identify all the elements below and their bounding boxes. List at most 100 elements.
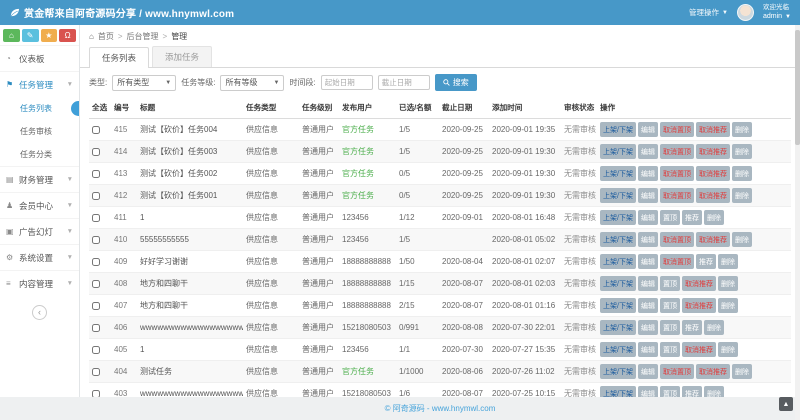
edit-button[interactable]: 编辑 [637,386,658,397]
level-select[interactable]: 所有等级 ▼ [220,74,285,91]
toggle-status-button[interactable]: 上架/下架 [600,122,636,137]
edit-button[interactable]: 编辑 [637,144,658,159]
toggle-status-button[interactable]: 上架/下架 [600,188,636,203]
edit-button[interactable]: 编辑 [637,122,658,137]
row-checkbox[interactable] [92,301,100,310]
row-checkbox[interactable] [92,147,100,156]
sidebar-item-task-category[interactable]: 任务分类 [0,143,79,166]
sidebar-item-system[interactable]: ⚙ 系统设置 ▼ [0,244,79,270]
row-checkbox[interactable] [92,389,100,397]
breadcrumb-backend[interactable]: 后台管理 [127,31,159,42]
row-checkbox[interactable] [92,323,100,332]
delete-button[interactable]: 删除 [717,298,738,313]
sidebar-item-dashboard[interactable]: ◔ 仪表板 [0,45,79,71]
recommend-button[interactable]: 取消推荐 [695,188,730,203]
user-menu[interactable]: 欢迎光临 admin ▼ [763,4,791,22]
pin-button[interactable]: 取消置顶 [659,166,694,181]
sidebar-collapse-button[interactable]: ‹ [32,305,47,320]
pin-button[interactable]: 取消置顶 [659,144,694,159]
scrollbar-thumb[interactable] [795,30,800,145]
sidebar-item-content[interactable]: ≡ 内容管理 ▼ [0,270,79,296]
row-checkbox[interactable] [92,257,100,266]
pencil-button[interactable]: ✎ [21,29,39,42]
edit-button[interactable]: 编辑 [637,298,658,313]
delete-button[interactable]: 删除 [731,144,752,159]
row-checkbox[interactable] [92,279,100,288]
delete-button[interactable]: 删除 [703,210,724,225]
sidebar-item-tasks[interactable]: ⚑ 任务管理 ▼ [0,71,79,97]
recommend-button[interactable]: 取消推荐 [681,298,716,313]
search-button[interactable]: 搜索 [434,74,477,91]
pin-button[interactable]: 置顶 [659,276,680,291]
row-checkbox[interactable] [92,213,100,222]
row-checkbox[interactable] [92,125,100,134]
home-button[interactable]: ⌂ [3,29,20,42]
recommend-button[interactable]: 取消推荐 [681,342,716,357]
toggle-status-button[interactable]: 上架/下架 [600,342,636,357]
delete-button[interactable]: 删除 [703,320,724,335]
toggle-status-button[interactable]: 上架/下架 [600,166,636,181]
edit-button[interactable]: 编辑 [637,210,658,225]
scrollbar-track[interactable] [795,25,800,420]
edit-button[interactable]: 编辑 [637,166,658,181]
pin-button[interactable]: 置顶 [659,210,680,225]
pin-button[interactable]: 取消置顶 [659,232,694,247]
avatar[interactable] [736,4,754,21]
toggle-status-button[interactable]: 上架/下架 [600,276,636,291]
star-button[interactable]: ★ [40,29,58,42]
admin-actions-menu[interactable]: 管理操作 ▼ [689,7,728,18]
recommend-button[interactable]: 取消推荐 [695,144,730,159]
pin-button[interactable]: 置顶 [659,386,680,397]
back-to-top-button[interactable]: ▲ [779,397,793,411]
pin-button[interactable]: 取消置顶 [659,364,694,379]
sidebar-item-finance[interactable]: ▤ 财务管理 ▼ [0,166,79,192]
sidebar-item-task-list[interactable]: 任务列表 [0,97,79,120]
toggle-status-button[interactable]: 上架/下架 [600,386,636,397]
toggle-status-button[interactable]: 上架/下架 [600,320,636,335]
row-checkbox[interactable] [92,345,100,354]
toggle-status-button[interactable]: 上架/下架 [600,232,636,247]
recommend-button[interactable]: 取消推荐 [695,232,730,247]
pin-button[interactable]: 置顶 [659,320,680,335]
recommend-button[interactable]: 取消推荐 [695,122,730,137]
edit-button[interactable]: 编辑 [637,342,658,357]
recommend-button[interactable]: 取消推荐 [681,276,716,291]
row-checkbox[interactable] [92,169,100,178]
row-checkbox[interactable] [92,191,100,200]
sidebar-item-task-audit[interactable]: 任务审核 [0,120,79,143]
recommend-button[interactable]: 推荐 [695,254,716,269]
tab-task-list[interactable]: 任务列表 [89,47,150,68]
start-date-input[interactable] [320,75,373,90]
delete-button[interactable]: 删除 [717,342,738,357]
toggle-status-button[interactable]: 上架/下架 [600,144,636,159]
footer-link[interactable]: © 阿奇源码 - www.hnymwl.com [385,404,496,413]
edit-button[interactable]: 编辑 [637,232,658,247]
tab-add-task[interactable]: 添加任务 [152,46,213,67]
pin-button[interactable]: 取消置顶 [659,122,694,137]
delete-button[interactable]: 删除 [731,166,752,181]
bell-button[interactable]: Ω [59,29,76,42]
recommend-button[interactable]: 推荐 [681,320,702,335]
delete-button[interactable]: 删除 [731,122,752,137]
pin-button[interactable]: 取消置顶 [659,188,694,203]
edit-button[interactable]: 编辑 [637,188,658,203]
delete-button[interactable]: 删除 [717,276,738,291]
sidebar-item-members[interactable]: ♟ 会员中心 ▼ [0,192,79,218]
edit-button[interactable]: 编辑 [637,254,658,269]
sidebar-item-ads[interactable]: ▣ 广告幻灯 ▼ [0,218,79,244]
row-checkbox[interactable] [92,235,100,244]
toggle-status-button[interactable]: 上架/下架 [600,298,636,313]
recommend-button[interactable]: 取消推荐 [695,166,730,181]
delete-button[interactable]: 删除 [703,386,724,397]
recommend-button[interactable]: 推荐 [681,210,702,225]
delete-button[interactable]: 删除 [731,188,752,203]
delete-button[interactable]: 删除 [717,254,738,269]
breadcrumb-home[interactable]: 首页 [98,31,114,42]
delete-button[interactable]: 删除 [731,232,752,247]
toggle-status-button[interactable]: 上架/下架 [600,254,636,269]
edit-button[interactable]: 编辑 [637,320,658,335]
recommend-button[interactable]: 取消推荐 [695,364,730,379]
delete-button[interactable]: 删除 [731,364,752,379]
edit-button[interactable]: 编辑 [637,364,658,379]
type-select[interactable]: 所有类型 ▼ [112,74,177,91]
